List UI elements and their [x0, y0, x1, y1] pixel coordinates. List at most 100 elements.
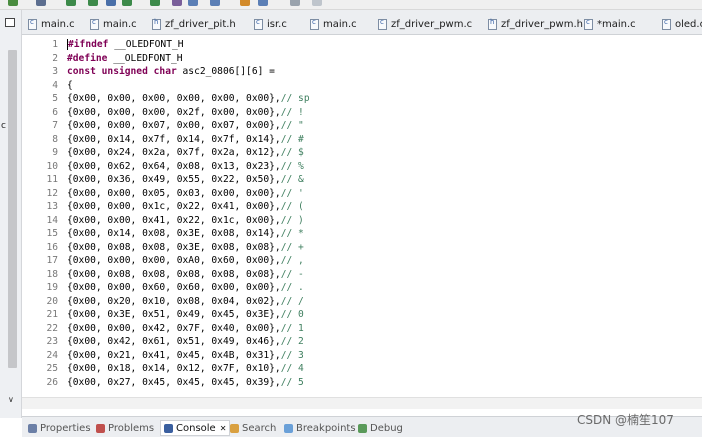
debug-icon: [358, 423, 367, 433]
tab-oled-c[interactable]: oled.c: [662, 14, 702, 35]
code-line[interactable]: {: [67, 79, 73, 93]
view-tab-properties[interactable]: Properties: [28, 420, 91, 436]
scroll-down-icon[interactable]: ∨: [8, 396, 14, 404]
code-line[interactable]: {0x00, 0x3E, 0x51, 0x49, 0x45, 0x3E},// …: [67, 308, 304, 322]
tab-label: main.c: [41, 19, 75, 30]
line-number: 6: [52, 106, 58, 118]
view-tab-debug[interactable]: Debug: [358, 420, 403, 436]
tab-main-c[interactable]: *main.c: [584, 14, 636, 35]
code-line[interactable]: {0x00, 0x36, 0x49, 0x55, 0x22, 0x50},// …: [67, 173, 304, 187]
code-token: {0x00, 0x00, 0x07, 0x00, 0x07, 0x00},: [67, 120, 281, 131]
toolbar-icon[interactable]: [172, 0, 182, 6]
watermark: CSDN @楠笙107: [577, 413, 674, 427]
comment-token: // 3: [280, 349, 304, 361]
code-token: {0x00, 0x00, 0x00, 0x00, 0x00, 0x00},: [67, 93, 281, 104]
code-line[interactable]: #define __OLEDFONT_H: [67, 52, 183, 66]
view-tab-breakpoints[interactable]: Breakpoints: [284, 420, 356, 436]
line-number: 25: [46, 363, 58, 374]
tab-isr-c[interactable]: isr.c: [254, 14, 287, 35]
comment-token: // 4: [280, 363, 304, 374]
code-line[interactable]: {0x00, 0x00, 0x07, 0x00, 0x07, 0x00},// …: [67, 119, 304, 133]
comment-token: // 1: [280, 322, 304, 334]
code-line[interactable]: {0x00, 0x14, 0x08, 0x3E, 0x08, 0x14},// …: [67, 227, 304, 241]
tab-label: zf_driver_pit.h: [165, 19, 236, 30]
keyword-token: #ifndef: [67, 39, 109, 50]
tab-label: oled.c: [675, 19, 702, 30]
code-line[interactable]: {0x00, 0x18, 0x14, 0x12, 0x7F, 0x10},// …: [67, 362, 304, 376]
toolbar-icon[interactable]: [8, 0, 18, 6]
code-line[interactable]: {0x00, 0x20, 0x10, 0x08, 0x04, 0x02},// …: [67, 295, 304, 309]
tab-main-c[interactable]: main.c: [28, 14, 75, 35]
scrollbar-thumb[interactable]: [8, 50, 17, 368]
code-line[interactable]: {0x00, 0x00, 0x05, 0x03, 0x00, 0x00},// …: [67, 187, 304, 201]
code-line[interactable]: {0x00, 0x00, 0x41, 0x22, 0x1c, 0x00},// …: [67, 214, 304, 228]
comment-token: // $: [280, 147, 304, 158]
code-line[interactable]: {0x00, 0x21, 0x41, 0x45, 0x4B, 0x31},// …: [67, 349, 304, 363]
h-file-icon: [488, 18, 497, 30]
toolbar-icon[interactable]: [66, 0, 76, 6]
c-file-icon: [310, 18, 319, 30]
code-line[interactable]: {0x00, 0x08, 0x08, 0x08, 0x08, 0x08},// …: [67, 268, 304, 282]
view-tab-label: Properties: [40, 422, 91, 434]
tab-zf-driver-pit-h[interactable]: zf_driver_pit.h: [152, 14, 236, 35]
code-token: {0x00, 0x42, 0x61, 0x51, 0x49, 0x46},: [67, 336, 281, 347]
c-file-icon: [378, 18, 387, 30]
toolbar-icon[interactable]: [312, 0, 322, 6]
horizontal-scrollbar[interactable]: [22, 397, 702, 409]
toolbar-icon[interactable]: [150, 0, 160, 6]
code-token: {0x00, 0x00, 0x00, 0x2f, 0x00, 0x00},: [67, 106, 281, 118]
code-line[interactable]: {0x00, 0x00, 0x1c, 0x22, 0x41, 0x00},// …: [67, 200, 304, 214]
tab-zf-driver-pwm-c[interactable]: zf_driver_pwm.c: [378, 14, 472, 35]
tab-main-c[interactable]: main.c: [90, 14, 137, 35]
comment-token: // *: [280, 228, 304, 239]
line-number: 21: [46, 309, 58, 320]
toolbar-icon[interactable]: [240, 0, 250, 6]
code-line[interactable]: {0x00, 0x00, 0x00, 0xA0, 0x60, 0x00},// …: [67, 254, 304, 268]
code-token: {0x00, 0x3E, 0x51, 0x49, 0x45, 0x3E},: [67, 309, 281, 320]
view-tab-problems[interactable]: Problems: [96, 420, 154, 436]
toolbar-icon[interactable]: [210, 0, 220, 6]
code-token: {0x00, 0x14, 0x7f, 0x14, 0x7f, 0x14},: [67, 133, 281, 145]
view-tab-console[interactable]: Console ✕: [160, 420, 231, 436]
code-line[interactable]: {0x00, 0x14, 0x7f, 0x14, 0x7f, 0x14},// …: [67, 133, 304, 147]
code-line[interactable]: #ifndef __OLEDFONT_H: [67, 38, 184, 52]
code-line[interactable]: {0x00, 0x00, 0x00, 0x2f, 0x00, 0x00},// …: [67, 106, 304, 120]
code-line[interactable]: {0x00, 0x42, 0x61, 0x51, 0x49, 0x46},// …: [67, 335, 304, 349]
tab-main-c[interactable]: main.c: [310, 14, 357, 35]
toolbar-icon[interactable]: [88, 0, 98, 6]
code-editor[interactable]: 1 #ifndef __OLEDFONT_H 2 #define __OLEDFONT…: [22, 35, 702, 397]
toolbar-icon[interactable]: [122, 0, 132, 6]
toolbar-icon[interactable]: [36, 0, 46, 6]
code-token: {0x00, 0x00, 0x1c, 0x22, 0x41, 0x00},: [67, 201, 281, 212]
maximize-icon[interactable]: [5, 18, 15, 27]
code-line[interactable]: {0x00, 0x24, 0x2a, 0x7f, 0x2a, 0x12},// …: [67, 146, 304, 160]
code-line[interactable]: {0x00, 0x08, 0x08, 0x3E, 0x08, 0x08},// …: [67, 241, 304, 255]
close-icon[interactable]: ✕: [220, 424, 227, 433]
code-line[interactable]: const unsigned char asc2_0806[][6] =: [67, 65, 275, 79]
code-token: __OLEDFONT_H: [108, 39, 184, 50]
comment-token: // ): [280, 214, 304, 226]
code-token: {0x00, 0x18, 0x14, 0x12, 0x7F, 0x10},: [67, 363, 281, 374]
code-line[interactable]: {0x00, 0x27, 0x45, 0x45, 0x45, 0x39},// …: [67, 376, 304, 390]
line-number: 19: [46, 282, 58, 293]
toolbar-icon[interactable]: [290, 0, 300, 6]
search-icon: [230, 423, 239, 433]
editor-tab-bar: main.c main.c zf_driver_pit.h isr.c main.c zf…: [22, 10, 702, 35]
toolbar-icon[interactable]: [106, 0, 116, 6]
line-number: 12: [46, 187, 58, 199]
view-tab-search[interactable]: Search: [230, 420, 276, 436]
code-line[interactable]: {0x00, 0x00, 0x42, 0x7F, 0x40, 0x00},// …: [67, 322, 304, 336]
line-number: 24: [46, 349, 58, 361]
code-line[interactable]: {0x00, 0x00, 0x00, 0x00, 0x00, 0x00},// …: [67, 92, 310, 106]
comment-token: // .: [280, 282, 304, 293]
toolbar-icon[interactable]: [258, 0, 268, 6]
line-number: 15: [46, 228, 58, 239]
tab-zf-driver-pwm-h[interactable]: zf_driver_pwm.h: [488, 14, 583, 35]
view-tab-label: Debug: [370, 422, 403, 434]
toolbar-icon[interactable]: [188, 0, 198, 6]
code-line[interactable]: {0x00, 0x00, 0x60, 0x60, 0x00, 0x00},// …: [67, 281, 304, 295]
c-file-icon: [584, 18, 593, 30]
breakpoints-icon: [284, 423, 293, 433]
code-line[interactable]: {0x00, 0x62, 0x64, 0x08, 0x13, 0x23},// …: [67, 160, 304, 174]
code-token: {0x00, 0x62, 0x64, 0x08, 0x13, 0x23},: [67, 160, 281, 172]
